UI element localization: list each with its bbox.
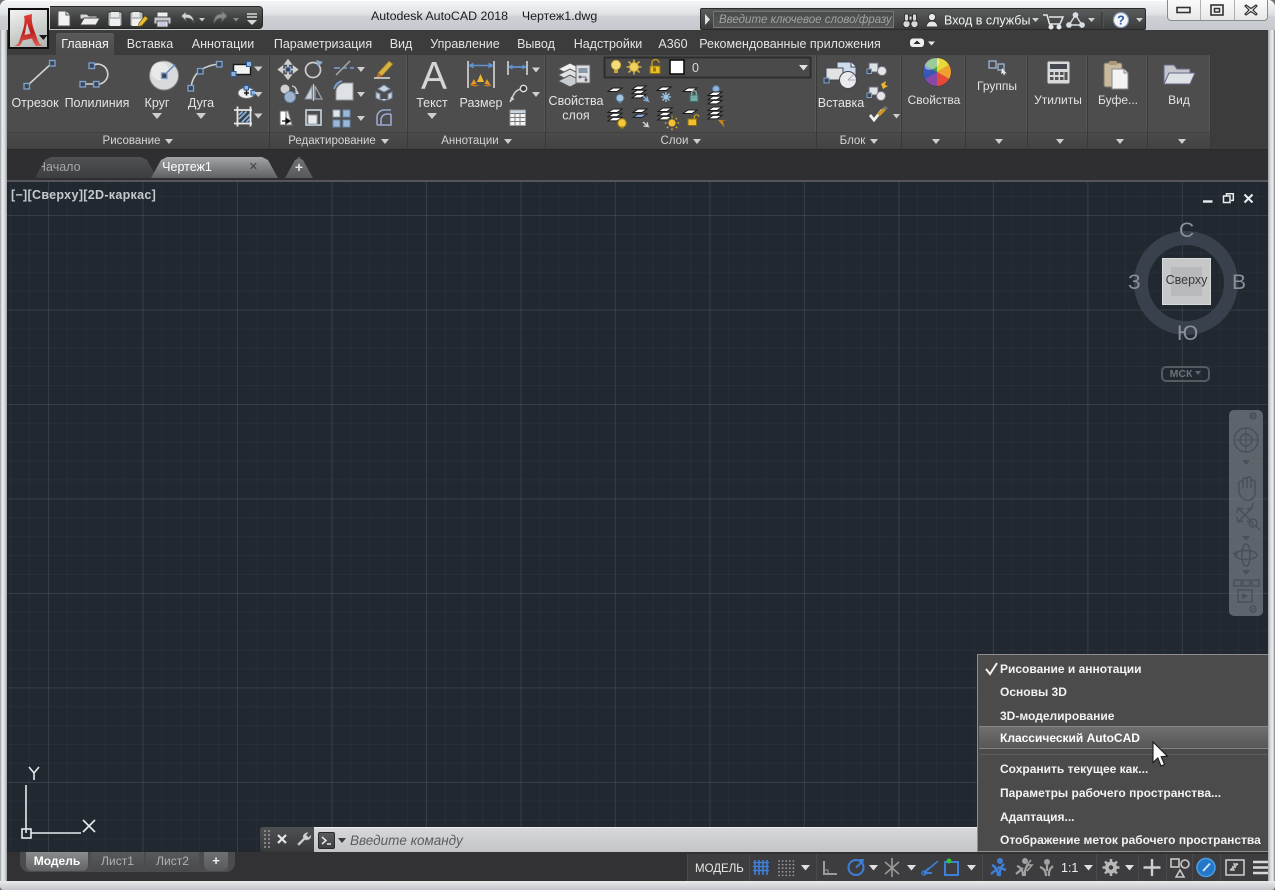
svg-text:Буфе...: Буфе... [1098, 93, 1138, 107]
svg-text:Вид: Вид [1168, 93, 1190, 107]
svg-text:Размер: Размер [460, 96, 503, 110]
svg-text:1:1: 1:1 [1061, 861, 1078, 875]
svg-text:Вставка: Вставка [818, 96, 865, 110]
svg-text:Дуга: Дуга [188, 96, 214, 110]
svg-text:Группы: Группы [977, 79, 1017, 93]
svg-text:Утилиты: Утилиты [1034, 93, 1082, 107]
svg-text:Круг: Круг [145, 96, 170, 110]
svg-text:A: A [421, 55, 447, 98]
svg-text:0: 0 [692, 61, 699, 75]
svg-text:Текст: Текст [416, 96, 448, 110]
svg-text:Свойства: Свойства [549, 94, 604, 108]
svg-text:МОДЕЛЬ: МОДЕЛЬ [695, 863, 744, 875]
svg-text:Свойства: Свойства [908, 93, 961, 107]
svg-text:Отрезок: Отрезок [11, 96, 59, 110]
svg-text:Вход в службы: Вход в службы [944, 14, 1030, 28]
svg-text:слоя: слоя [562, 109, 589, 123]
svg-text:Полилиния: Полилиния [65, 96, 130, 110]
svg-text:?: ? [1117, 14, 1125, 28]
